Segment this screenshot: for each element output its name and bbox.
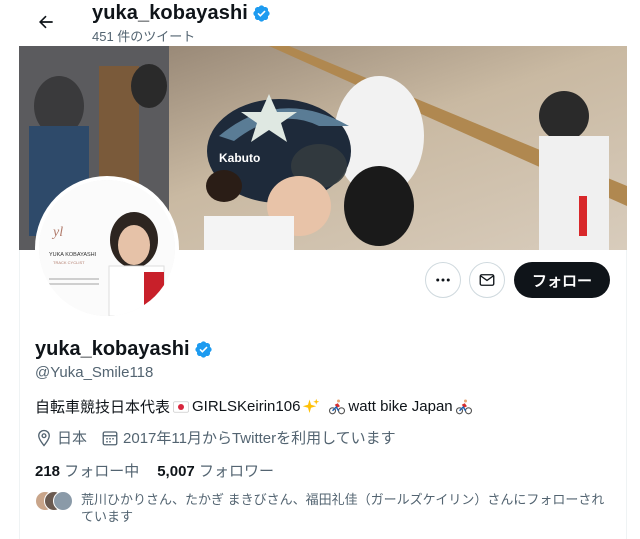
header-name-row: yuka_kobayashi — [92, 2, 271, 25]
follow-stats: 218 フォロー中 5,007 フォロワー — [35, 460, 274, 481]
followers-link[interactable]: 5,007 フォロワー — [157, 460, 274, 481]
calendar-icon — [102, 430, 118, 445]
following-count: 218 — [35, 463, 61, 480]
mutual-avatars — [35, 491, 75, 511]
avatar-brand: YUKA KOBAYASHI — [49, 252, 97, 258]
verified-badge-icon[interactable] — [194, 340, 213, 359]
follow-button[interactable]: フォロー — [514, 262, 610, 298]
followers-label: フォロワー — [198, 463, 274, 480]
profile-handle: @Yuka_Smile118 — [35, 364, 154, 381]
avatar-photo: yl YUKA KOBAYASHI TRACK CYCLIST — [39, 180, 175, 316]
location-pin-icon — [38, 429, 50, 447]
tweet-count: 451 件のツイート — [92, 29, 196, 44]
followed-by-text: 荒川ひかりさん、たかぎ まきびさん、福田礼佳（ガールズケイリン）さんにフォローさ… — [81, 492, 605, 524]
arrow-left-icon — [39, 15, 53, 29]
helmet-brand: Kabuto — [219, 151, 260, 165]
cyclist-icon — [328, 398, 346, 416]
join-date-text: 2017年11月からTwitterを利用しています — [123, 430, 396, 447]
bio-text-3: watt bike Japan — [348, 398, 453, 415]
header-name: yuka_kobayashi — [92, 2, 248, 24]
back-button[interactable] — [30, 6, 62, 38]
followers-you-know[interactable]: 荒川ひかりさん、たかぎ まきびさん、福田礼佳（ガールズケイリン）さんにフォローさ… — [35, 491, 615, 525]
join-date: 2017年11月からTwitterを利用しています — [101, 427, 396, 448]
more-icon — [436, 278, 450, 282]
location: 日本 — [35, 427, 87, 448]
bio-text-2: GIRLSKeirin106 — [192, 398, 301, 415]
profile-bio: 自転車競技日本代表 GIRLSKeirin106 watt bike Japan — [35, 396, 475, 417]
japan-flag-icon — [172, 398, 190, 416]
location-text: 日本 — [57, 430, 88, 447]
more-button[interactable] — [425, 262, 461, 298]
svg-text:yl: yl — [51, 225, 63, 240]
followers-count: 5,007 — [157, 463, 195, 480]
message-button[interactable] — [469, 262, 505, 298]
bio-text-1: 自転車競技日本代表 — [35, 399, 171, 416]
avatar-subtext: TRACK CYCLIST — [53, 260, 85, 265]
following-link[interactable]: 218 フォロー中 — [35, 460, 139, 481]
following-label: フォロー中 — [64, 463, 140, 480]
profile-name: yuka_kobayashi — [35, 338, 190, 360]
profile-meta: 日本 2017年11月からTwitterを利用しています — [35, 427, 404, 448]
cyclist-icon — [455, 398, 473, 416]
sparkles-icon — [302, 398, 320, 416]
envelope-icon — [479, 274, 495, 286]
avatar — [53, 491, 73, 511]
profile-name-row: yuka_kobayashi — [35, 338, 213, 361]
top-bar: yuka_kobayashi 451 件のツイート — [0, 0, 640, 46]
verified-badge-icon — [253, 5, 270, 22]
avatar[interactable]: yl YUKA KOBAYASHI TRACK CYCLIST — [35, 176, 179, 320]
